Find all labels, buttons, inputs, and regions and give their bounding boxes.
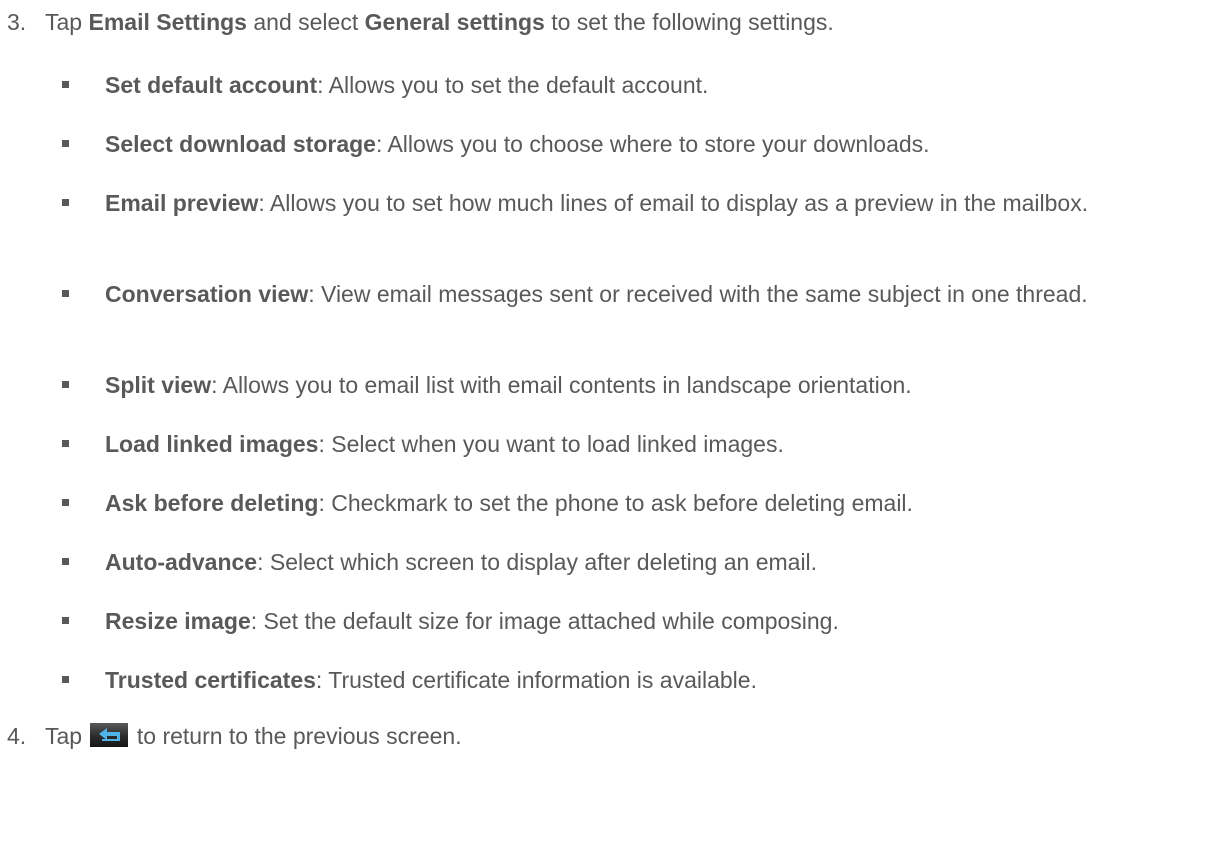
step-3: 3. Tap Email Settings and select General …	[0, 9, 834, 36]
step-number: 4.	[7, 723, 27, 749]
setting-desc: : Select when you want to load linked im…	[318, 431, 784, 457]
bullet-square-icon	[62, 81, 69, 88]
setting-desc: : Allows you to email list with email co…	[211, 372, 912, 398]
setting-desc: : View email messages sent or received w…	[308, 281, 1088, 307]
setting-term: Load linked images	[105, 431, 319, 457]
setting-desc: : Trusted certificate information is ava…	[315, 667, 757, 693]
setting-desc: : Checkmark to set the phone to ask befo…	[318, 490, 913, 516]
list-item-body: Resize image: Set the default size for i…	[105, 606, 1195, 637]
bullet-square-icon	[62, 381, 69, 388]
list-item-body: Ask before deleting: Checkmark to set th…	[105, 488, 1195, 519]
list-item-body: Auto-advance: Select which screen to dis…	[105, 547, 1195, 578]
setting-desc: : Allows you to set the default account.	[317, 72, 709, 98]
step-text-mid: and select	[246, 9, 365, 35]
list-item-body: Conversation view: View email messages s…	[105, 279, 1195, 310]
setting-term: Conversation view	[105, 281, 309, 307]
list-item-body: Select download storage: Allows you to c…	[105, 129, 1195, 160]
bullet-square-icon	[62, 676, 69, 683]
back-key-icon	[90, 723, 129, 747]
setting-term: Set default account	[105, 72, 318, 98]
setting-term: Ask before deleting	[105, 490, 319, 516]
setting-desc: : Select which screen to display after d…	[257, 549, 818, 575]
bullet-square-icon	[62, 140, 69, 147]
setting-term: Auto-advance	[105, 549, 258, 575]
setting-term: Email preview	[105, 190, 259, 216]
bullet-square-icon	[62, 199, 69, 206]
bullet-square-icon	[62, 499, 69, 506]
step-text: Tap Email Settings and select General se…	[45, 9, 834, 35]
general-settings-label: General settings	[364, 9, 545, 35]
setting-term: Select download storage	[105, 131, 376, 157]
setting-term: Resize image	[105, 608, 251, 634]
list-item-body: Split view: Allows you to email list wit…	[105, 370, 1195, 401]
setting-desc: : Allows you to set how much lines of em…	[258, 190, 1089, 216]
bullet-square-icon	[62, 290, 69, 297]
setting-term: Split view	[105, 372, 212, 398]
step-4: 4. Tap to return to the previous screen.	[0, 723, 462, 750]
bullet-square-icon	[62, 558, 69, 565]
bullet-square-icon	[62, 440, 69, 447]
setting-term: Trusted certificates	[105, 667, 316, 693]
step-text-after: to return to the previous screen.	[136, 723, 462, 749]
list-item-body: Email preview: Allows you to set how muc…	[105, 188, 1195, 219]
email-settings-label: Email Settings	[88, 9, 247, 35]
list-item-body: Load linked images: Select when you want…	[105, 429, 1195, 460]
step-number: 3.	[7, 9, 27, 35]
list-item-body: Trusted certificates: Trusted certificat…	[105, 665, 1195, 696]
step-text: Tap to return to the previous screen.	[45, 723, 462, 749]
step-text-before: Tap	[45, 9, 89, 35]
list-item-body: Set default account: Allows you to set t…	[105, 70, 1195, 101]
step-text-before: Tap	[45, 723, 83, 749]
setting-desc: : Allows you to choose where to store yo…	[375, 131, 930, 157]
setting-desc: : Set the default size for image attache…	[250, 608, 839, 634]
step-text-after: to set the following settings.	[544, 9, 834, 35]
bullet-square-icon	[62, 617, 69, 624]
